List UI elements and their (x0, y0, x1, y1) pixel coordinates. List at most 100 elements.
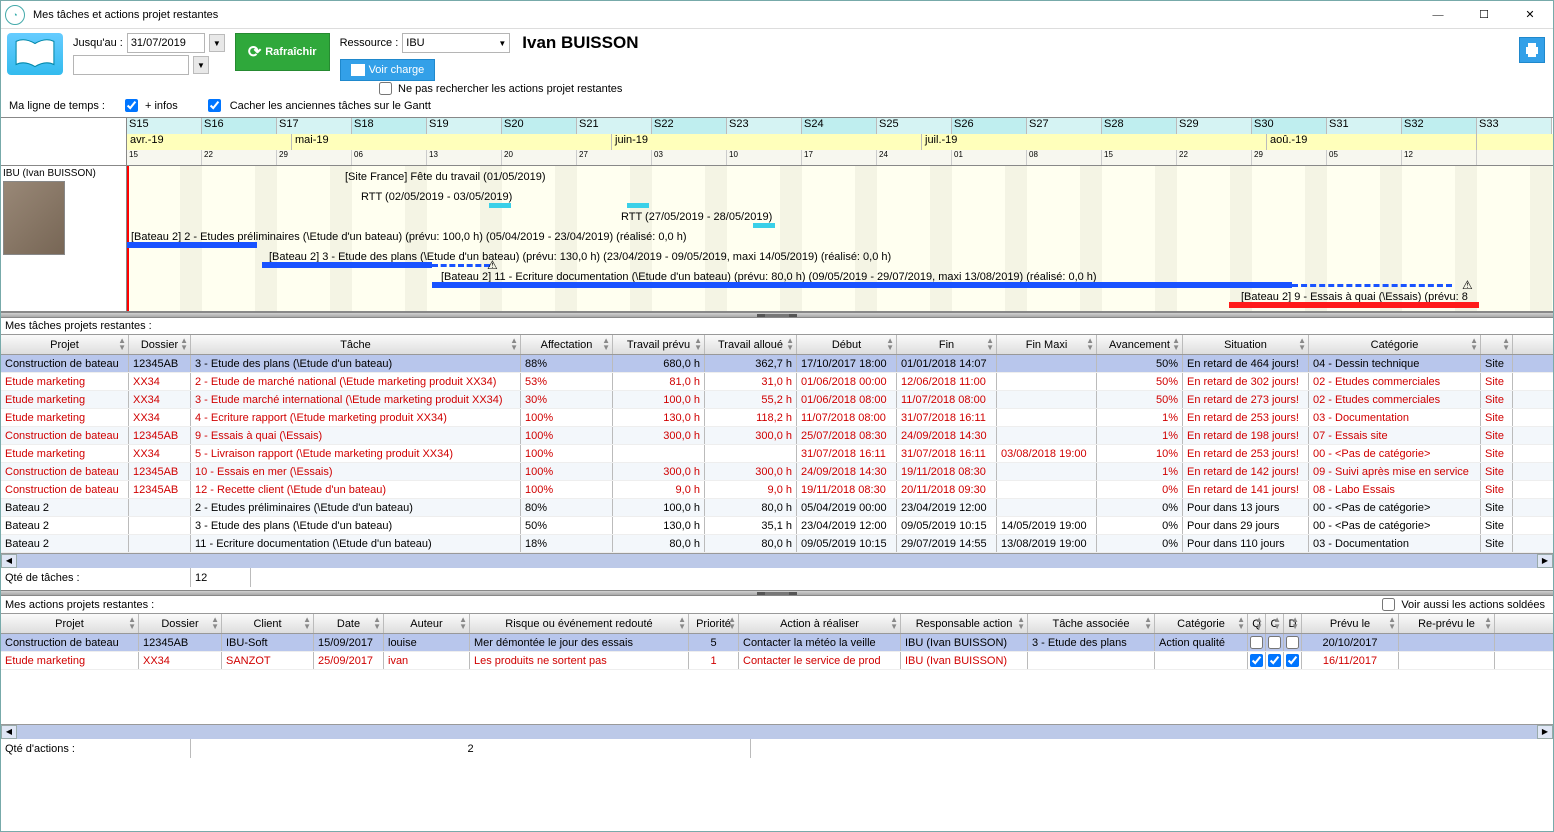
tasks-cell-alloue: 118,2 h (705, 409, 797, 426)
tasks-horizontal-scrollbar[interactable]: ◀▶ (1, 553, 1553, 567)
tasks-header-fin[interactable]: Fin▲▼ (897, 335, 997, 354)
gantt-task-row[interactable]: [Site France] Fête du travail (01/05/201… (127, 170, 1553, 188)
tasks-row[interactable]: Etude marketingXX345 - Livraison rapport… (1, 445, 1553, 463)
tasks-header-affect[interactable]: Affectation▲▼ (521, 335, 613, 354)
tasks-row[interactable]: Bateau 22 - Etudes préliminaires (\Etude… (1, 499, 1553, 517)
view-load-button[interactable]: Voir charge (340, 59, 436, 81)
tasks-header-situation[interactable]: Situation▲▼ (1183, 335, 1309, 354)
tasks-cell-avanc: 0% (1097, 535, 1183, 552)
gantt-bar[interactable] (489, 203, 511, 208)
tasks-row[interactable]: Etude marketingXX342 - Etude de marché n… (1, 373, 1553, 391)
tasks-header-categ[interactable]: Catégorie▲▼ (1309, 335, 1481, 354)
actions-q-checkbox[interactable] (1250, 636, 1263, 649)
plus-infos-checkbox[interactable] (125, 99, 138, 112)
no-search-actions-checkbox[interactable] (379, 82, 392, 95)
tasks-cell-dossier: 12345AB (129, 427, 191, 444)
minimize-button[interactable]: — (1415, 1, 1461, 29)
gantt-bar[interactable] (432, 282, 1292, 288)
tasks-cell-situation: En retard de 273 jours! (1183, 391, 1309, 408)
actions-grid[interactable]: Projet▲▼Dossier▲▼Client▲▼Date▲▼Auteur▲▼R… (1, 613, 1553, 799)
tasks-row[interactable]: Construction de bateau12345AB12 - Recett… (1, 481, 1553, 499)
tasks-row[interactable]: Construction de bateau12345AB3 - Etude d… (1, 355, 1553, 373)
tasks-header-tache[interactable]: Tâche▲▼ (191, 335, 521, 354)
tasks-header-avanc[interactable]: Avancement▲▼ (1097, 335, 1183, 354)
actions-cell-resp: IBU (Ivan BUISSON) (901, 652, 1028, 669)
tasks-cell-affect: 53% (521, 373, 613, 390)
tasks-row[interactable]: Bateau 211 - Ecriture documentation (\Et… (1, 535, 1553, 553)
tasks-header-extra[interactable]: ▲▼ (1481, 335, 1513, 354)
resource-input[interactable]: IBU▼ (402, 33, 510, 53)
gantt-task-row[interactable]: [Bateau 2] 9 - Essais à quai (\Essais) (… (127, 290, 1553, 308)
tasks-cell-prevu: 9,0 h (613, 481, 705, 498)
gantt-bar[interactable] (753, 223, 775, 228)
tasks-header-projet[interactable]: Projet▲▼ (1, 335, 129, 354)
tasks-cell-affect: 88% (521, 355, 613, 372)
actions-header-action[interactable]: Action à réaliser▲▼ (739, 614, 901, 633)
tasks-row[interactable]: Construction de bateau12345AB10 - Essais… (1, 463, 1553, 481)
gantt-task-row[interactable]: [Bateau 2] 2 - Etudes préliminaires (\Et… (127, 230, 1553, 248)
tasks-row[interactable]: Bateau 23 - Etude des plans (\Etude d'un… (1, 517, 1553, 535)
tasks-header-prevu[interactable]: Travail prévu▲▼ (613, 335, 705, 354)
secondary-filter-input[interactable] (73, 55, 189, 75)
date-until-dropdown[interactable]: ▼ (209, 34, 225, 52)
actions-header-d[interactable]: D▲▼ (1284, 614, 1302, 633)
gantt-task-row[interactable]: [Bateau 2] 11 - Ecriture documentation (… (127, 270, 1553, 288)
actions-header-dossier[interactable]: Dossier▲▼ (139, 614, 222, 633)
actions-c-checkbox[interactable] (1268, 636, 1281, 649)
actions-header-prevu[interactable]: Prévu le▲▼ (1302, 614, 1399, 633)
actions-header-tache[interactable]: Tâche associée▲▼ (1028, 614, 1155, 633)
tasks-header-dossier[interactable]: Dossier▲▼ (129, 335, 191, 354)
help-book-icon[interactable] (7, 33, 63, 75)
actions-header-q[interactable]: Q▲▼ (1248, 614, 1266, 633)
tasks-cell-dossier: XX34 (129, 445, 191, 462)
actions-row[interactable]: Construction de bateau12345ABIBU-Soft15/… (1, 634, 1553, 652)
maximize-button[interactable]: ☐ (1461, 1, 1507, 29)
actions-header-categ[interactable]: Catégorie▲▼ (1155, 614, 1248, 633)
hide-old-tasks-checkbox[interactable] (208, 99, 221, 112)
actions-q-checkbox[interactable] (1250, 654, 1263, 667)
actions-header-reprevu[interactable]: Re-prévu le▲▼ (1399, 614, 1495, 633)
tasks-row[interactable]: Construction de bateau12345AB9 - Essais … (1, 427, 1553, 445)
date-until-input[interactable]: 31/07/2019 (127, 33, 205, 53)
tasks-row[interactable]: Etude marketingXX343 - Etude marché inte… (1, 391, 1553, 409)
tasks-cell-projet: Bateau 2 (1, 499, 129, 516)
gantt-task-row[interactable]: [Bateau 2] 3 - Etude des plans (\Etude d… (127, 250, 1553, 268)
tasks-cell-situation: Pour dans 13 jours (1183, 499, 1309, 516)
actions-cell-categ: Action qualité (1155, 634, 1248, 651)
actions-c-checkbox[interactable] (1268, 654, 1281, 667)
actions-header-client[interactable]: Client▲▼ (222, 614, 314, 633)
gantt-task-row[interactable]: RTT (02/05/2019 - 03/05/2019) (127, 190, 1553, 208)
actions-row[interactable]: Etude marketingXX34SANZOT25/09/2017ivanL… (1, 652, 1553, 670)
print-button[interactable] (1519, 37, 1545, 63)
tasks-grid[interactable]: Projet▲▼Dossier▲▼Tâche▲▼Affectation▲▼Tra… (1, 334, 1553, 590)
tasks-header-finmaxi[interactable]: Fin Maxi▲▼ (997, 335, 1097, 354)
show-closed-actions-checkbox[interactable] (1382, 598, 1395, 611)
tasks-cell-debut: 01/06/2018 08:00 (797, 391, 897, 408)
close-button[interactable]: ✕ (1507, 1, 1553, 29)
gantt-timeline[interactable]: S15S16S17S18S19S20S21S22S23S24S25S26S27S… (1, 117, 1553, 312)
actions-header-projet[interactable]: Projet▲▼ (1, 614, 139, 633)
actions-d-checkbox[interactable] (1286, 636, 1299, 649)
refresh-button[interactable]: ⟳ Rafraîchir (235, 33, 330, 71)
gantt-bar[interactable] (1229, 302, 1479, 308)
gantt-bar[interactable] (262, 262, 432, 268)
actions-header-risque[interactable]: Risque ou événement redouté▲▼ (470, 614, 689, 633)
gantt-bar[interactable] (127, 242, 257, 248)
tasks-row[interactable]: Etude marketingXX344 - Ecriture rapport … (1, 409, 1553, 427)
gantt-task-row[interactable]: RTT (27/05/2019 - 28/05/2019) (127, 210, 1553, 228)
actions-d-checkbox[interactable] (1286, 654, 1299, 667)
actions-header-prio[interactable]: Priorité▲▼ (689, 614, 739, 633)
tasks-header-debut[interactable]: Début▲▼ (797, 335, 897, 354)
actions-header-resp[interactable]: Responsable action▲▼ (901, 614, 1028, 633)
tasks-cell-fin: 11/07/2018 08:00 (897, 391, 997, 408)
tasks-header-alloue[interactable]: Travail alloué▲▼ (705, 335, 797, 354)
tasks-cell-extra: Site (1481, 517, 1513, 534)
actions-cell-c (1266, 634, 1284, 651)
tasks-cell-extra: Site (1481, 409, 1513, 426)
actions-header-auteur[interactable]: Auteur▲▼ (384, 614, 470, 633)
tasks-cell-tache: 12 - Recette client (\Etude d'un bateau) (191, 481, 521, 498)
secondary-filter-dropdown[interactable]: ▼ (193, 56, 209, 74)
actions-horizontal-scrollbar[interactable]: ◀▶ (1, 724, 1553, 738)
actions-header-c[interactable]: C▲▼ (1266, 614, 1284, 633)
actions-header-date[interactable]: Date▲▼ (314, 614, 384, 633)
